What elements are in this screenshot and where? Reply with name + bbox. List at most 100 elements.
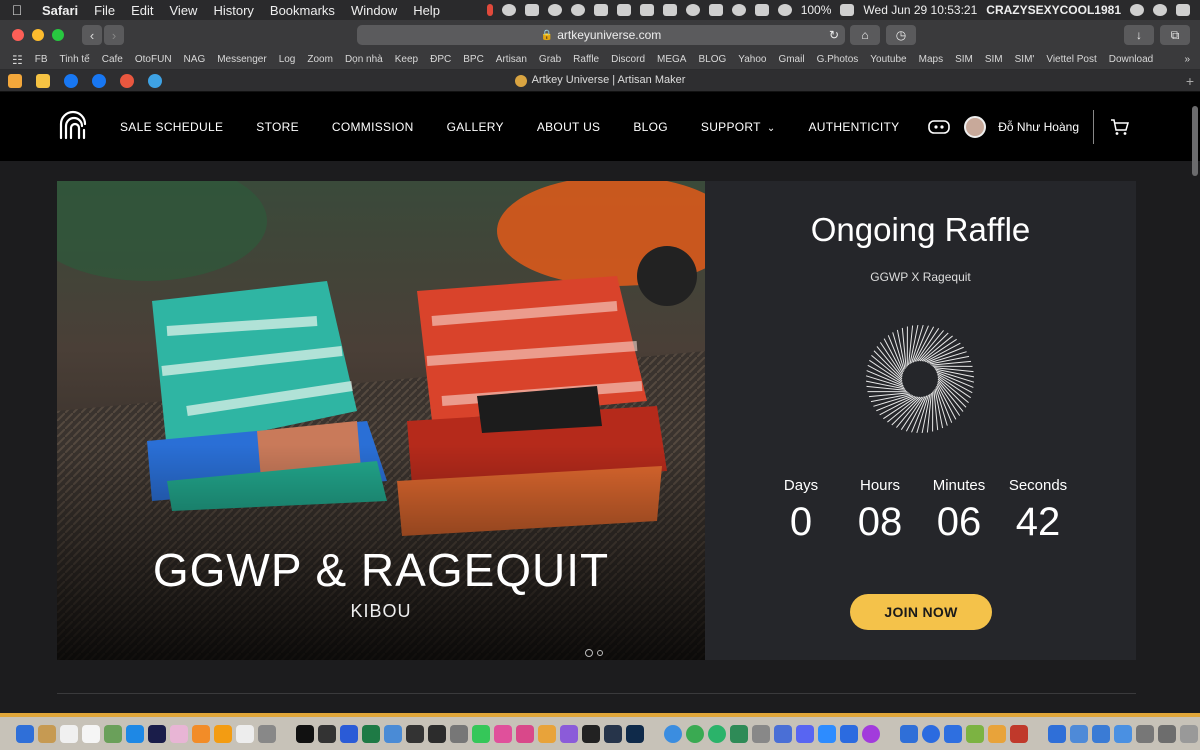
favorite-link[interactable]: Youtube [864, 54, 912, 65]
favorite-link[interactable]: Maps [913, 54, 949, 65]
favorite-link[interactable]: Grab [533, 54, 567, 65]
nav-gallery[interactable]: GALLERY [447, 120, 504, 134]
history-button[interactable]: ◷ [886, 25, 916, 45]
status-app-icon[interactable] [639, 4, 654, 16]
app-icon[interactable] [538, 724, 556, 743]
pinned-tab-icon[interactable] [36, 73, 50, 88]
status-app-icon[interactable] [547, 4, 562, 16]
discord-icon[interactable] [928, 119, 951, 135]
numbers-icon[interactable] [472, 724, 490, 743]
books-icon[interactable] [192, 724, 210, 743]
favorite-link[interactable]: FB [29, 54, 54, 65]
app-icon[interactable] [1010, 724, 1028, 743]
spotlight-icon[interactable] [1153, 4, 1167, 16]
back-button[interactable]: ‹ [82, 25, 102, 45]
app-icon[interactable] [944, 724, 962, 743]
user-name-menu[interactable]: CRAZYSEXYCOOL1981 [986, 3, 1121, 17]
trash-icon[interactable] [1180, 724, 1198, 743]
active-tab[interactable]: Artkey Universe | Artisan Maker [0, 74, 1200, 87]
menu-view[interactable]: View [162, 3, 206, 18]
finder-icon[interactable] [16, 724, 34, 743]
clock[interactable]: Wed Jun 29 10:53:21 [863, 3, 977, 17]
app-icon[interactable] [900, 724, 918, 743]
downloads-button[interactable]: ↓ [1124, 25, 1154, 45]
menu-history[interactable]: History [205, 3, 261, 18]
system-preferences-icon[interactable] [258, 724, 276, 743]
status-app-icon[interactable] [662, 4, 677, 16]
favorite-link[interactable]: Messenger [211, 54, 272, 65]
messenger-icon[interactable] [862, 724, 880, 743]
favorite-link[interactable]: SIM [949, 54, 979, 65]
menu-window[interactable]: Window [343, 3, 405, 18]
reload-icon[interactable]: ↻ [829, 28, 839, 42]
page-scrollbar[interactable] [1192, 106, 1198, 176]
app-icon[interactable] [774, 724, 792, 743]
calendar-icon[interactable] [82, 724, 100, 743]
app-icon[interactable] [708, 724, 726, 743]
status-app-icon[interactable] [524, 4, 539, 16]
favorite-link[interactable]: G.Photos [811, 54, 865, 65]
menu-edit[interactable]: Edit [123, 3, 161, 18]
join-now-button[interactable]: JOIN NOW [850, 594, 992, 630]
premiere-icon[interactable] [148, 724, 166, 743]
facebook-pinned-icon[interactable] [64, 73, 78, 88]
nav-authenticity[interactable]: AUTHENTICITY [809, 120, 900, 134]
zalo-icon[interactable] [840, 724, 858, 743]
carousel-dot[interactable] [597, 650, 603, 656]
keynote-icon[interactable] [428, 724, 446, 743]
app-icon[interactable] [516, 724, 534, 743]
app-icon[interactable] [1158, 724, 1176, 743]
app-icon[interactable] [1070, 724, 1088, 743]
favorite-link[interactable]: MEGA [651, 54, 692, 65]
app-icon[interactable] [384, 724, 402, 743]
nav-store[interactable]: STORE [256, 120, 299, 134]
zoom-icon[interactable] [818, 724, 836, 743]
tabs-overview-button[interactable]: ⧉ [1160, 25, 1190, 45]
app-icon[interactable] [406, 724, 424, 743]
grid-icon[interactable]: ☷ [0, 53, 29, 67]
nav-sale-schedule[interactable]: SALE SCHEDULE [120, 120, 223, 134]
word-icon[interactable] [340, 724, 358, 743]
nav-commission[interactable]: COMMISSION [332, 120, 414, 134]
discord-dock-icon[interactable] [796, 724, 814, 743]
app-icon[interactable] [60, 724, 78, 743]
favorite-link[interactable]: Raffle [567, 54, 605, 65]
favorite-link[interactable]: Dọn nhà [339, 54, 389, 65]
input-source-icon[interactable] [754, 4, 769, 16]
favorite-link[interactable]: Log [273, 54, 302, 65]
app-icon[interactable] [38, 724, 56, 743]
downloads-stack-icon[interactable] [1048, 724, 1066, 743]
app-icon[interactable] [966, 724, 984, 743]
avatar[interactable] [964, 115, 987, 138]
artkey-logo-icon[interactable] [57, 110, 89, 142]
favorite-link[interactable]: BPC [457, 54, 490, 65]
app-icon[interactable] [1114, 724, 1132, 743]
nav-about-us[interactable]: ABOUT US [537, 120, 601, 134]
battery-icon[interactable] [840, 4, 855, 16]
forward-button[interactable]: › [104, 25, 124, 45]
lock-icon[interactable] [593, 4, 608, 16]
app-icon[interactable] [1092, 724, 1110, 743]
zoom-window-button[interactable] [52, 29, 64, 41]
app-icon[interactable] [730, 724, 748, 743]
address-bar[interactable]: 🔒 artkeyuniverse.com ↻ [357, 25, 845, 45]
app-icon[interactable] [686, 724, 704, 743]
status-app-icon[interactable] [501, 4, 516, 16]
final-cut-icon[interactable] [582, 724, 600, 743]
app-icon[interactable] [752, 724, 770, 743]
favorite-link[interactable]: OtoFUN [129, 54, 178, 65]
favorite-link[interactable]: BLOG [692, 54, 732, 65]
favorite-link[interactable]: SIM [979, 54, 1009, 65]
app-store-icon[interactable] [126, 724, 144, 743]
notification-center-icon[interactable] [1176, 4, 1190, 16]
pinned-tab-icon[interactable] [148, 73, 162, 88]
favorite-link[interactable]: Download [1103, 54, 1159, 65]
favorite-link[interactable]: Gmail [772, 54, 810, 65]
close-window-button[interactable] [12, 29, 24, 41]
new-tab-icon[interactable]: + [1186, 73, 1194, 89]
vlc-icon[interactable] [214, 724, 232, 743]
hero-carousel[interactable]: GGWP & RAGEQUIT KIBOU [57, 181, 705, 660]
pinned-tab-icon[interactable] [8, 73, 22, 88]
app-icon[interactable] [450, 724, 468, 743]
menu-file[interactable]: File [86, 3, 123, 18]
